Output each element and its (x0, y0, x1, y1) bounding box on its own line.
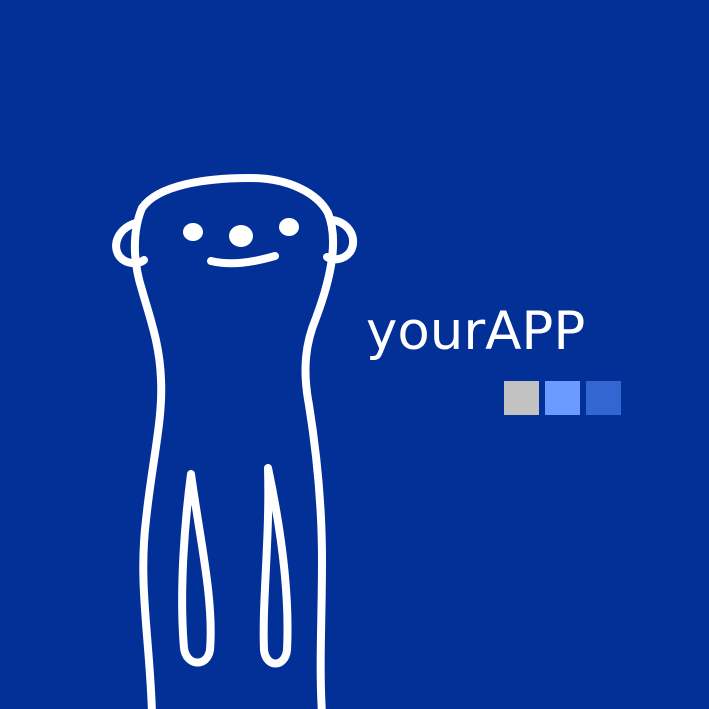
swatch-gray (504, 381, 539, 415)
app-splash-screen: yourAPP (0, 0, 709, 709)
meerkat-mascot-icon (112, 174, 358, 709)
swatch-medium-blue (586, 381, 621, 415)
app-title: yourAPP (366, 301, 586, 362)
swatch-light-blue (545, 381, 580, 415)
color-swatches (504, 381, 621, 415)
